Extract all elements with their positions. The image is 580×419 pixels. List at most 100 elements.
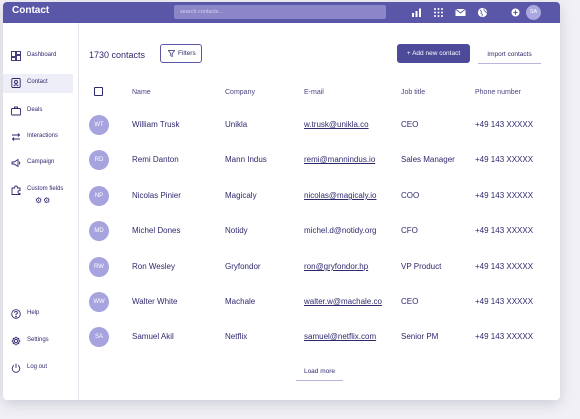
dashboard-icon xyxy=(11,51,21,61)
sidebar-item-deals[interactable]: Deals xyxy=(3,102,73,121)
filters-button[interactable]: Filters xyxy=(160,44,202,63)
contact-phone: +49 143 XXXXX xyxy=(475,191,534,200)
contact-company: Magicaly xyxy=(225,191,257,200)
sidebar-item-campaign[interactable]: Campaign xyxy=(3,154,73,173)
contact-name[interactable]: William Trusk xyxy=(132,120,180,129)
load-more-button[interactable]: Load more xyxy=(296,364,343,381)
power-icon xyxy=(11,363,21,373)
add-circle-icon[interactable] xyxy=(510,7,521,18)
sidebar-item-settings[interactable]: Settings xyxy=(3,332,73,351)
help-icon xyxy=(11,309,21,319)
filter-icon xyxy=(168,50,175,57)
sidebar-item-label: Contact xyxy=(27,79,48,85)
top-bar: Contact SA xyxy=(3,2,560,23)
contact-email[interactable]: samuel@netflix.com xyxy=(304,332,376,341)
contact-icon xyxy=(11,78,21,88)
contact-email[interactable]: w.trusk@unikla.co xyxy=(304,120,369,129)
avatar: NP xyxy=(89,186,109,206)
avatar: RW xyxy=(89,257,109,277)
contact-company: Gryfondor xyxy=(225,262,261,271)
contact-phone: +49 143 XXXXX xyxy=(475,297,534,306)
sidebar: Dashboard Contact Deals Interactions Cam… xyxy=(3,23,79,400)
sidebar-item-label: Settings xyxy=(27,337,49,343)
sidebar-item-label: Dashboard xyxy=(27,52,57,58)
contact-company: Machale xyxy=(225,297,256,306)
grid-icon[interactable] xyxy=(433,7,444,18)
contact-job: CFO xyxy=(401,226,418,235)
table-row[interactable]: MD Michel Dones Notidy michel.d@notidy.o… xyxy=(83,215,543,250)
gear-icon xyxy=(11,336,21,346)
add-contact-button[interactable]: + Add new contact xyxy=(397,44,470,63)
sidebar-item-custom-fields[interactable]: Custom fields ⚙⚙ xyxy=(3,181,73,205)
avatar: WW xyxy=(89,292,109,312)
user-avatar[interactable]: SA xyxy=(526,5,541,20)
column-header-company[interactable]: Company xyxy=(225,89,255,96)
contact-email[interactable]: remi@mannindus.io xyxy=(304,155,375,164)
contact-company: Mann Indus xyxy=(225,155,267,164)
contact-job: Senior PM xyxy=(401,332,439,341)
contact-company: Notidy xyxy=(225,226,248,235)
contact-email[interactable]: nicolas@magicaly.io xyxy=(304,191,376,200)
import-contacts-button[interactable]: Import contacts xyxy=(478,46,541,64)
sidebar-item-logout[interactable]: Log out xyxy=(3,359,73,378)
column-header-phone[interactable]: Phone number xyxy=(475,89,521,96)
table-row[interactable]: WW Walter White Machale walter.w@machale… xyxy=(83,286,543,321)
mail-icon[interactable] xyxy=(455,7,466,18)
contact-job: CEO xyxy=(401,120,419,129)
contact-name[interactable]: Remi Danton xyxy=(132,155,179,164)
contact-company: Unikla xyxy=(225,120,248,129)
contact-job: COO xyxy=(401,191,420,200)
sidebar-item-contact[interactable]: Contact xyxy=(3,74,73,93)
sidebar-item-label: Campaign xyxy=(27,159,55,165)
table-row[interactable]: RW Ron Wesley Gryfondor ron@gryfondor.hp… xyxy=(83,251,543,286)
contact-email[interactable]: michel.d@notidy.org xyxy=(304,226,376,235)
contact-job: CEO xyxy=(401,297,419,306)
table-row[interactable]: WT William Trusk Unikla w.trusk@unikla.c… xyxy=(83,109,543,144)
sidebar-item-label: Deals xyxy=(27,107,43,113)
arrows-icon xyxy=(11,132,21,142)
sidebar-item-label: Help xyxy=(27,310,40,316)
table-row[interactable]: RD Remi Danton Mann Indus remi@mannindus… xyxy=(83,144,543,179)
globe-icon[interactable] xyxy=(477,7,488,18)
sidebar-item-label: Interactions xyxy=(27,133,59,139)
sidebar-item-help[interactable]: Help xyxy=(3,305,73,324)
search-input[interactable] xyxy=(174,5,386,19)
contact-name[interactable]: Nicolas Pinier xyxy=(132,191,181,200)
contact-email[interactable]: walter.w@machale.co xyxy=(304,297,382,306)
bar-chart-icon[interactable] xyxy=(411,7,422,18)
table-row[interactable]: SA Samuel Akil Netflix samuel@netflix.co… xyxy=(83,321,543,356)
briefcase-icon xyxy=(11,106,21,116)
contact-phone: +49 143 XXXXX xyxy=(475,155,534,164)
megaphone-icon xyxy=(11,158,21,168)
sidebar-item-interactions[interactable]: Interactions xyxy=(3,128,73,147)
column-header-job-title[interactable]: Job title xyxy=(401,89,425,96)
app-window: Contact SA Dashboard xyxy=(3,2,560,400)
contact-job: VP Product xyxy=(401,262,442,271)
contact-name[interactable]: Walter White xyxy=(132,297,178,306)
avatar: RD xyxy=(89,150,109,170)
contact-phone: +49 143 XXXXX xyxy=(475,226,534,235)
avatar: SA xyxy=(89,327,109,347)
contact-phone: +49 143 XXXXX xyxy=(475,332,534,341)
contact-phone: +49 143 XXXXX xyxy=(475,262,534,271)
gears-icon: ⚙⚙ xyxy=(35,196,52,205)
contact-company: Netflix xyxy=(225,332,248,341)
app-title: Contact xyxy=(12,5,50,16)
contact-name[interactable]: Ron Wesley xyxy=(132,262,175,271)
column-header-email[interactable]: E-mail xyxy=(304,89,324,96)
column-header-name[interactable]: Name xyxy=(132,89,151,96)
contact-email[interactable]: ron@gryfondor.hp xyxy=(304,262,368,271)
table-row[interactable]: NP Nicolas Pinier Magicaly nicolas@magic… xyxy=(83,180,543,215)
avatar: MD xyxy=(89,221,109,241)
contact-name[interactable]: Michel Dones xyxy=(132,226,180,235)
puzzle-icon xyxy=(11,185,21,195)
avatar: WT xyxy=(89,115,109,135)
sidebar-item-label: Custom fields xyxy=(27,186,64,192)
contact-name[interactable]: Samuel Akil xyxy=(132,332,174,341)
select-all-checkbox[interactable] xyxy=(94,87,103,96)
contact-phone: +49 143 XXXXX xyxy=(475,120,534,129)
sidebar-item-dashboard[interactable]: Dashboard xyxy=(3,47,73,66)
contact-job: Sales Manager xyxy=(401,155,455,164)
contact-count: 1730 contacts xyxy=(89,50,146,60)
sidebar-item-label: Log out xyxy=(27,364,48,370)
